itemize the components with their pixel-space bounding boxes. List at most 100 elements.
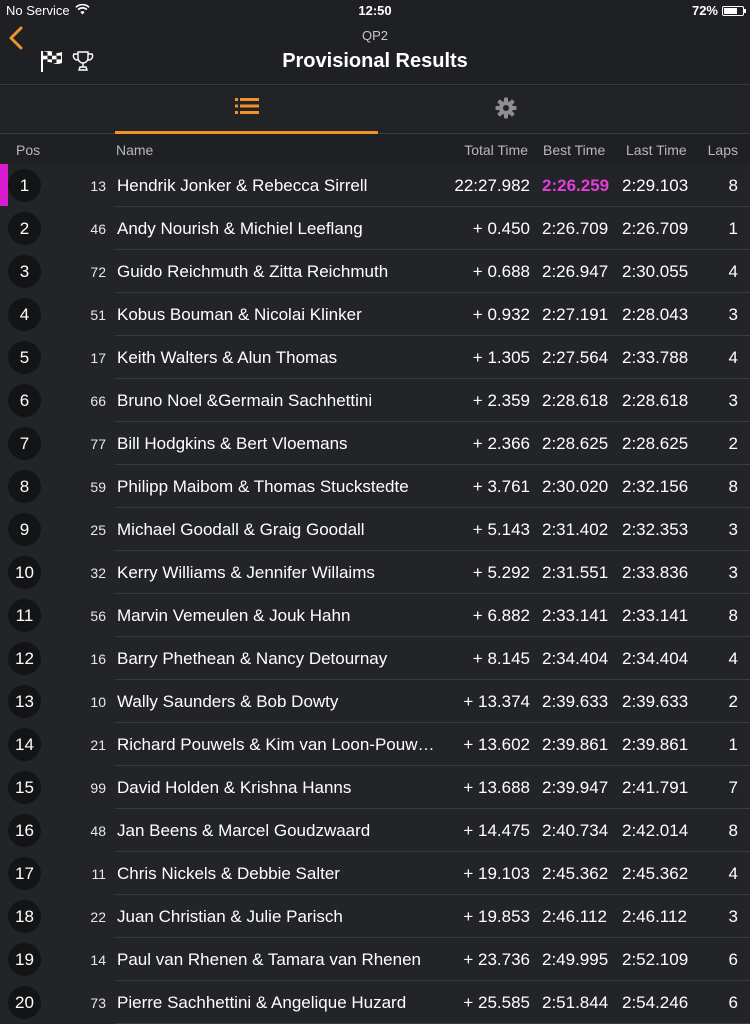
tab-results-list[interactable] bbox=[115, 86, 378, 134]
crew-name: Wally Saunders & Bob Dowty bbox=[117, 692, 339, 711]
laps-count: 8 bbox=[728, 477, 738, 496]
car-number: 32 bbox=[90, 565, 106, 581]
battery-percent: 72% bbox=[691, 3, 718, 18]
header-best-time[interactable]: Best Time bbox=[543, 142, 605, 158]
tab-settings[interactable] bbox=[378, 86, 634, 134]
laps-count: 1 bbox=[728, 219, 738, 238]
header-name[interactable]: Name bbox=[116, 142, 153, 158]
position-badge: 9 bbox=[8, 513, 41, 546]
laps-count: 3 bbox=[728, 907, 738, 926]
last-time: 2:34.404 bbox=[622, 649, 689, 668]
best-time: 2:39.633 bbox=[542, 692, 609, 711]
position-badge: 14 bbox=[8, 728, 41, 761]
laps-count: 2 bbox=[728, 692, 738, 711]
last-time: 2:32.156 bbox=[622, 477, 689, 496]
last-time: 2:33.836 bbox=[622, 563, 689, 582]
result-row[interactable]: 16 48 Jan Beens & Marcel Goudzwaard + 14.47… bbox=[0, 809, 750, 852]
header-laps[interactable]: Laps bbox=[708, 142, 738, 158]
car-number: 48 bbox=[90, 823, 106, 839]
status-bar: No Service 12:50 72% bbox=[0, 0, 750, 22]
result-row[interactable]: 6 66 Bruno Noel &Germain Sachhettini + 2.35… bbox=[0, 379, 750, 422]
result-row[interactable]: 5 17 Keith Walters & Alun Thomas + 1.305 2:2… bbox=[0, 336, 750, 379]
position-badge: 16 bbox=[8, 814, 41, 847]
result-row[interactable]: 20 73 Pierre Sachhettini & Angelique Huzar… bbox=[0, 981, 750, 1024]
result-row[interactable]: 9 25 Michael Goodall & Graig Goodall + 5.14… bbox=[0, 508, 750, 551]
last-time: 2:39.861 bbox=[622, 735, 689, 754]
best-time: 2:28.625 bbox=[542, 434, 609, 453]
total-time: + 2.366 bbox=[472, 434, 530, 453]
total-time: + 0.932 bbox=[472, 305, 530, 324]
best-time: 2:34.404 bbox=[542, 649, 609, 668]
nav-bar: QP2 Provisional Results bbox=[0, 22, 750, 85]
gear-icon bbox=[495, 97, 517, 124]
crew-name: Marvin Vemeulen & Jouk Hahn bbox=[117, 606, 351, 625]
last-time: 2:52.109 bbox=[622, 950, 689, 969]
results-list: 1 13 Hendrik Jonker & Rebecca Sirrell 22:27… bbox=[0, 164, 750, 1024]
results-table-header: Pos Name Total Time Best Time Last Time … bbox=[0, 136, 750, 164]
result-row[interactable]: 19 14 Paul van Rhenen & Tamara van Rhenen +… bbox=[0, 938, 750, 981]
laps-count: 4 bbox=[728, 649, 738, 668]
result-row[interactable]: 18 22 Juan Christian & Julie Parisch + 19.8… bbox=[0, 895, 750, 938]
total-time: + 6.882 bbox=[472, 606, 530, 625]
page-title: Provisional Results bbox=[282, 50, 468, 72]
total-time: + 23.736 bbox=[463, 950, 530, 969]
last-time: 2:28.618 bbox=[622, 391, 689, 410]
result-row[interactable]: 3 72 Guido Reichmuth & Zitta Reichmuth + 0.… bbox=[0, 250, 750, 293]
battery-fill bbox=[724, 7, 737, 14]
car-number: 25 bbox=[90, 522, 106, 538]
car-number: 72 bbox=[90, 264, 106, 280]
result-row[interactable]: 7 77 Bill Hodgkins & Bert Vloemans + 2.366 2… bbox=[0, 422, 750, 465]
position-badge: 13 bbox=[8, 685, 41, 718]
battery-icon bbox=[722, 5, 746, 16]
result-row[interactable]: 1 13 Hendrik Jonker & Rebecca Sirrell 22:27… bbox=[0, 164, 750, 207]
last-time: 2:45.362 bbox=[622, 864, 689, 883]
total-time: + 5.292 bbox=[472, 563, 530, 582]
position-badge: 20 bbox=[8, 986, 41, 1019]
total-time: + 13.688 bbox=[463, 778, 530, 797]
position-badge: 11 bbox=[8, 599, 41, 632]
result-row[interactable]: 4 51 Kobus Bouman & Nicolai Klinker + 0.932… bbox=[0, 293, 750, 336]
crew-name: Kerry Williams & Jennifer Willaims bbox=[117, 563, 375, 582]
crew-name: Hendrik Jonker & Rebecca Sirrell bbox=[117, 176, 368, 195]
result-row[interactable]: 12 16 Barry Phethean & Nancy Detournay + 8.… bbox=[0, 637, 750, 680]
best-time: 2:45.362 bbox=[542, 864, 609, 883]
car-number: 99 bbox=[90, 780, 106, 796]
best-time: 2:39.947 bbox=[542, 778, 609, 797]
car-number: 51 bbox=[90, 307, 106, 323]
crew-name: Andy Nourish & Michiel Leeflang bbox=[117, 219, 363, 238]
best-time: 2:26.259 bbox=[542, 176, 610, 195]
crew-name: David Holden & Krishna Hanns bbox=[117, 778, 352, 797]
best-time: 2:26.947 bbox=[542, 262, 609, 281]
header-total-time[interactable]: Total Time bbox=[464, 142, 528, 158]
result-row[interactable]: 11 56 Marvin Vemeulen & Jouk Hahn + 6.882 2:… bbox=[0, 594, 750, 637]
car-number: 11 bbox=[91, 866, 106, 882]
position-badge: 19 bbox=[8, 943, 41, 976]
result-row[interactable]: 10 32 Kerry Williams & Jennifer Willaims + … bbox=[0, 551, 750, 594]
result-row[interactable]: 15 99 David Holden & Krishna Hanns + 13.688… bbox=[0, 766, 750, 809]
result-row[interactable]: 14 21 Richard Pouwels & Kim van Loon-Pouw…… bbox=[0, 723, 750, 766]
result-row[interactable]: 8 59 Philipp Maibom & Thomas Stuckstedte + … bbox=[0, 465, 750, 508]
position-badge: 12 bbox=[8, 642, 41, 675]
position-badge: 10 bbox=[8, 556, 41, 589]
crew-name: Barry Phethean & Nancy Detournay bbox=[117, 649, 388, 668]
best-time: 2:26.709 bbox=[542, 219, 609, 238]
header-pos[interactable]: Pos bbox=[16, 142, 40, 158]
laps-count: 6 bbox=[728, 993, 738, 1012]
laps-count: 4 bbox=[728, 262, 738, 281]
best-time: 2:31.402 bbox=[542, 520, 609, 539]
result-row[interactable]: 17 11 Chris Nickels & Debbie Salter + 19.10… bbox=[0, 852, 750, 895]
laps-count: 8 bbox=[728, 176, 738, 195]
position-badge: 17 bbox=[8, 857, 41, 890]
best-time: 2:30.020 bbox=[542, 477, 609, 496]
position-badge: 1 bbox=[8, 169, 41, 202]
crew-name: Jan Beens & Marcel Goudzwaard bbox=[117, 821, 371, 840]
crew-name: Bill Hodgkins & Bert Vloemans bbox=[117, 434, 348, 453]
total-time: + 14.475 bbox=[463, 821, 530, 840]
best-time: 2:39.861 bbox=[542, 735, 609, 754]
last-time: 2:32.353 bbox=[622, 520, 689, 539]
result-row[interactable]: 13 10 Wally Saunders & Bob Dowty + 13.374 2:… bbox=[0, 680, 750, 723]
status-time: 12:50 bbox=[358, 3, 392, 18]
header-last-time[interactable]: Last Time bbox=[626, 142, 687, 158]
position-badge: 6 bbox=[8, 384, 41, 417]
result-row[interactable]: 2 46 Andy Nourish & Michiel Leeflang + 0.45… bbox=[0, 207, 750, 250]
